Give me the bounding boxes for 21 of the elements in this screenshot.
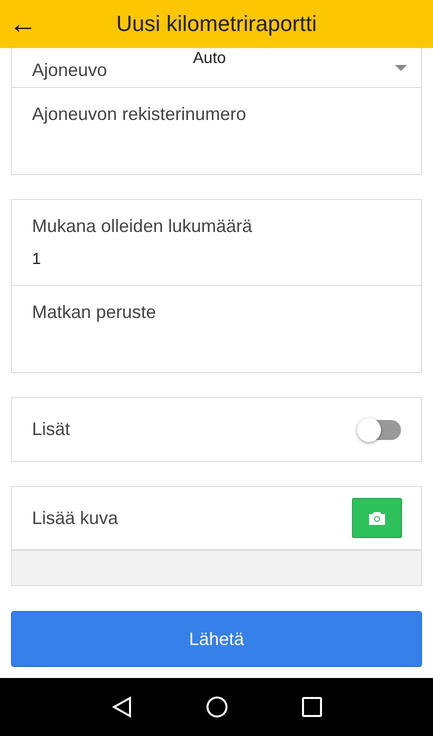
back-button[interactable]: ←	[0, 10, 40, 38]
home-nav-icon[interactable]	[206, 696, 228, 718]
recents-nav-icon[interactable]	[302, 697, 322, 717]
camera-button[interactable]	[352, 498, 402, 538]
field-label: Lisää kuva	[32, 508, 118, 528]
page-title: Uusi kilometriraportti	[115, 11, 318, 37]
camera-icon	[369, 512, 385, 524]
input-field[interactable]: Ajoneuvon rekisterinumero	[12, 88, 421, 174]
back-nav-icon[interactable]	[112, 696, 132, 718]
field-label: Matkan peruste	[32, 302, 158, 323]
caret-icon	[395, 64, 407, 70]
field-value: 1	[32, 251, 42, 269]
field-label: Ajoneuvo	[32, 59, 108, 81]
field-label: Lisät	[32, 419, 70, 440]
vehicle-select[interactable]: Ajoneuvo Auto	[12, 48, 421, 88]
input-field[interactable]: Matkan peruste	[12, 286, 421, 372]
field-label: Mukana olleiden lukumäärä	[32, 216, 254, 237]
input-field[interactable]: Mukana olleiden lukumäärä 1	[12, 200, 421, 286]
submit-button[interactable]: Lähetä	[11, 611, 422, 667]
field-label: Ajoneuvon rekisterinumero	[32, 104, 248, 125]
select-value: Auto	[193, 49, 227, 68]
